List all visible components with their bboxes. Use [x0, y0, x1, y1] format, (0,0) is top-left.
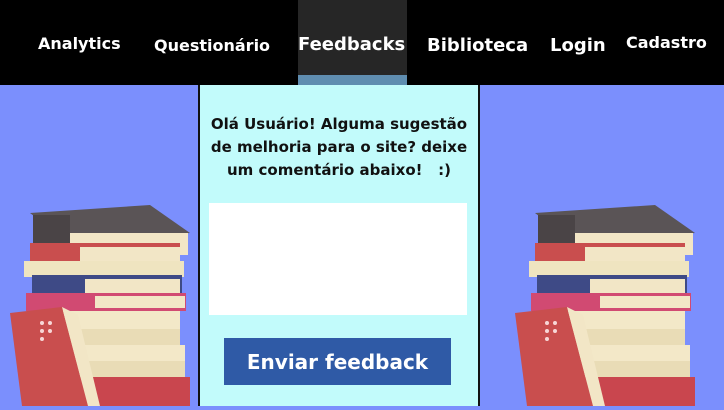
books-stack-illustration-right [505, 195, 705, 406]
nav-item-biblioteca[interactable]: Biblioteca [427, 35, 528, 56]
nav-item-cadastro[interactable]: Cadastro [626, 33, 707, 52]
prompt-line-3: um comentário abaixo! :) [226, 161, 452, 179]
nav-item-questionario[interactable]: Questionário [154, 36, 270, 55]
books-icon [10, 205, 190, 406]
prompt-line-1: Olá Usuário! Alguma sugestão [210, 115, 468, 133]
feedback-textarea[interactable] [209, 203, 467, 315]
prompt-line-2: de melhoria para o site? deixe [210, 138, 468, 156]
nav-item-login[interactable]: Login [550, 35, 606, 56]
books-stack-illustration-left [0, 195, 200, 406]
nav-item-analytics[interactable]: Analytics [38, 34, 121, 53]
books-icon [515, 205, 695, 406]
navbar: Analytics Questionário Feedbacks Bibliot… [0, 0, 724, 85]
submit-feedback-button[interactable]: Enviar feedback [224, 338, 451, 385]
feedback-prompt: Olá Usuário! Alguma sugestão de melhoria… [200, 113, 478, 182]
active-tab-indicator [298, 75, 407, 85]
feedback-panel: Olá Usuário! Alguma sugestão de melhoria… [198, 85, 480, 406]
nav-item-feedbacks[interactable]: Feedbacks [298, 34, 405, 55]
